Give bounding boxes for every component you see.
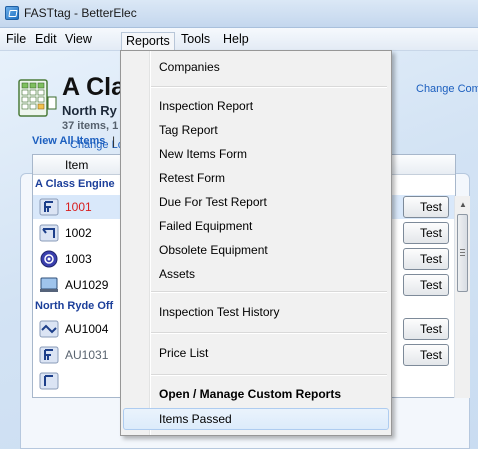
scroll-grip-icon	[460, 249, 465, 256]
window-title: FASTtag - BetterElec	[24, 6, 137, 20]
scroll-up-arrow-icon[interactable]: ▲	[455, 198, 471, 212]
menu-help[interactable]: Help	[219, 31, 253, 49]
test-button[interactable]: Test	[403, 344, 449, 366]
menu-item-open-manage-custom-reports[interactable]: Open / Manage Custom Reports	[123, 383, 389, 405]
menu-item-assets[interactable]: Assets	[123, 263, 389, 285]
plug-icon	[39, 198, 59, 216]
menu-bar: File Edit View Reports Tools Help	[0, 28, 478, 51]
test-button[interactable]: Test	[403, 274, 449, 296]
test-button[interactable]: Test	[403, 196, 449, 218]
item-label: 1002	[65, 226, 92, 240]
app-icon	[5, 6, 19, 20]
reports-dropdown-menu: Companies Inspection Report Tag Report N…	[120, 50, 392, 436]
test-button[interactable]: Test	[403, 318, 449, 340]
menu-item-retest-form[interactable]: Retest Form	[123, 167, 389, 189]
rcd-icon	[40, 250, 58, 268]
cord-icon	[39, 320, 59, 338]
menu-tools[interactable]: Tools	[177, 31, 214, 49]
group-header[interactable]: A Class Engine	[35, 178, 115, 190]
item-label: AU1029	[65, 278, 109, 292]
test-button[interactable]: Test	[403, 248, 449, 270]
menu-separator	[151, 332, 387, 334]
item-label: AU1004	[65, 322, 109, 336]
laptop-icon	[40, 277, 58, 292]
cable-icon	[39, 224, 59, 242]
menu-separator	[151, 291, 387, 293]
item-label: AU1031	[65, 348, 109, 362]
menu-item-inspection-report[interactable]: Inspection Report	[123, 95, 389, 117]
menu-item-due-for-test-report[interactable]: Due For Test Report	[123, 191, 389, 213]
test-button[interactable]: Test	[403, 222, 449, 244]
view-all-items-link[interactable]: View All Items	[32, 135, 105, 147]
menu-item-new-items-form[interactable]: New Items Form	[123, 143, 389, 165]
menu-item-obsolete-equipment[interactable]: Obsolete Equipment	[123, 239, 389, 261]
menu-edit[interactable]: Edit	[31, 31, 61, 49]
grid-scrollbar[interactable]: ▲	[454, 196, 470, 398]
menu-reports[interactable]: Reports	[121, 32, 175, 50]
location-name: North Ry	[62, 103, 117, 118]
menu-separator	[151, 374, 387, 376]
change-company-link[interactable]: Change Com	[416, 83, 478, 95]
company-logo-icon	[18, 79, 57, 117]
menu-item-tag-report[interactable]: Tag Report	[123, 119, 389, 141]
menu-view[interactable]: View	[61, 31, 96, 49]
item-label: 1003	[65, 252, 92, 266]
menu-separator	[151, 86, 387, 88]
menu-file[interactable]: File	[2, 31, 30, 49]
title-bar: FASTtag - BetterElec	[0, 0, 478, 28]
plug-icon	[39, 346, 59, 364]
menu-item-price-list[interactable]: Price List	[123, 342, 389, 364]
group-header[interactable]: North Ryde Off	[35, 300, 113, 312]
menu-item-inspection-test-history[interactable]: Inspection Test History	[123, 301, 389, 323]
view-separator: |	[112, 134, 116, 148]
plug-icon	[39, 372, 59, 390]
item-summary: 37 items, 1	[62, 120, 119, 132]
column-header-item[interactable]: Item	[65, 158, 88, 172]
menu-item-items-passed[interactable]: Items Passed	[123, 408, 389, 430]
company-name: A Cla	[62, 73, 124, 101]
menu-item-companies[interactable]: Companies	[123, 56, 389, 78]
menu-item-failed-equipment[interactable]: Failed Equipment	[123, 215, 389, 237]
item-label: 1001	[65, 200, 92, 214]
scroll-thumb[interactable]	[457, 214, 468, 292]
